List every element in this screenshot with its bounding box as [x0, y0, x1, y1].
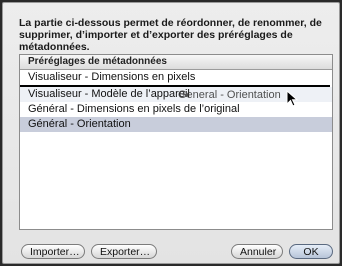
- list-item-selected[interactable]: Général - Orientation: [20, 117, 332, 132]
- ok-button[interactable]: OK: [289, 244, 333, 259]
- list-item[interactable]: Visualiseur - Dimensions en pixels: [20, 70, 332, 85]
- export-button[interactable]: Exporter…: [91, 244, 157, 259]
- mouse-pointer-icon: [286, 90, 299, 107]
- drag-ghost-label: General - Orientation: [178, 89, 281, 101]
- metadata-presets-dialog: La partie ci-dessous permet de réordonne…: [2, 2, 340, 264]
- list-header: Préréglages de métadonnées: [20, 55, 332, 70]
- import-button[interactable]: Importer…: [21, 244, 85, 259]
- dialog-description: La partie ci-dessous permet de réordonne…: [19, 17, 322, 53]
- presets-list[interactable]: Préréglages de métadonnées Visualiseur -…: [19, 54, 333, 230]
- cancel-button[interactable]: Annuler: [231, 244, 283, 259]
